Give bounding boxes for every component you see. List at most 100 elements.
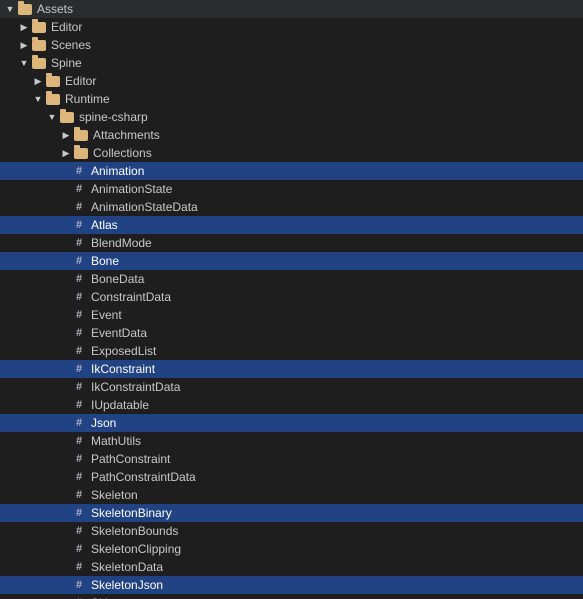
item-label-skeletonclipping: SkeletonClipping (91, 542, 181, 556)
item-label-attachments: Attachments (93, 128, 160, 142)
folder-icon-assets (18, 4, 32, 15)
tree-item-pathconstraint[interactable]: #PathConstraint (0, 450, 583, 468)
folder-icon-spine (32, 58, 46, 69)
cs-icon-ikconstraintdata: # (72, 380, 86, 394)
item-label-skeletondata: SkeletonData (91, 560, 163, 574)
item-label-collections: Collections (93, 146, 152, 160)
tree-item-ikconstraintdata[interactable]: # IkConstraintData (0, 378, 583, 396)
item-label-ikconstraint: IkConstraint (91, 362, 155, 376)
tree-item-eventdata[interactable]: # EventData (0, 324, 583, 342)
tree-item-event[interactable]: # Event (0, 306, 583, 324)
item-label-eventdata: EventData (91, 326, 147, 340)
tree-item-scenes[interactable]: ▶ Scenes (0, 36, 583, 54)
tree-item-spine[interactable]: ▼Spine (0, 54, 583, 72)
cs-icon-exposedlist: # (72, 344, 86, 358)
cs-icon-animationstatedata: # (72, 200, 86, 214)
expand-arrow-scenes[interactable]: ▶ (18, 40, 30, 51)
item-label-skeletonbounds: SkeletonBounds (91, 524, 178, 538)
cs-icon-json: # (72, 416, 86, 430)
item-label-animationstatedata: AnimationStateData (91, 200, 198, 214)
folder-icon-spine-csharp (60, 112, 74, 123)
expand-arrow-attachments[interactable]: ▶ (60, 130, 72, 141)
cs-icon-event: # (72, 308, 86, 322)
cs-icon-eventdata: # (72, 326, 86, 340)
item-label-atlas: Atlas (91, 218, 118, 232)
tree-item-skeletonclipping[interactable]: # SkeletonClipping (0, 540, 583, 558)
item-label-assets: Assets (37, 2, 73, 16)
cs-icon-skeletonbinary: # (72, 506, 86, 520)
folder-icon-editor1 (32, 22, 46, 33)
cs-icon-mathutils: # (72, 434, 86, 448)
tree-item-mathutils[interactable]: # MathUtils (0, 432, 583, 450)
tree-item-skeleton[interactable]: # Skeleton (0, 486, 583, 504)
item-label-runtime: Runtime (65, 92, 110, 106)
item-label-skeletonjson: SkeletonJson (91, 578, 163, 592)
item-label-pathconstraintdata: PathConstraintData (91, 470, 196, 484)
cs-icon-skeletonclipping: # (72, 542, 86, 556)
tree-item-ikconstraint[interactable]: # IkConstraint (0, 360, 583, 378)
cs-icon-skeleton: # (72, 488, 86, 502)
expand-arrow-assets[interactable]: ▼ (4, 4, 16, 14)
tree-item-animation[interactable]: #Animation (0, 162, 583, 180)
tree-item-runtime[interactable]: ▼ Runtime (0, 90, 583, 108)
item-label-spine-csharp: spine-csharp (79, 110, 148, 124)
expand-arrow-spine-csharp[interactable]: ▼ (46, 112, 58, 122)
item-label-editor2: Editor (65, 74, 96, 88)
item-label-event: Event (91, 308, 122, 322)
item-label-bone: Bone (91, 254, 119, 268)
cs-icon-skeletonbounds: # (72, 524, 86, 538)
item-label-exposedlist: ExposedList (91, 344, 156, 358)
expand-arrow-collections[interactable]: ▶ (60, 148, 72, 159)
cs-icon-pathconstraintdata: # (72, 470, 86, 484)
tree-item-iupdatable[interactable]: # IUpdatable (0, 396, 583, 414)
tree-item-collections[interactable]: ▶ Collections (0, 144, 583, 162)
cs-icon-animationstate: # (72, 182, 86, 196)
cs-icon-bone: # (72, 254, 86, 268)
tree-item-animationstatedata[interactable]: # AnimationStateData (0, 198, 583, 216)
item-label-scenes: Scenes (51, 38, 91, 52)
item-label-skeleton: Skeleton (91, 488, 138, 502)
tree-item-editor1[interactable]: ▶Editor (0, 18, 583, 36)
folder-icon-runtime (46, 94, 60, 105)
tree-item-pathconstraintdata[interactable]: # PathConstraintData (0, 468, 583, 486)
asset-tree[interactable]: ▼Assets▶Editor▶Scenes▼Spine▶Editor▼Runti… (0, 0, 583, 599)
tree-item-blendmode[interactable]: # BlendMode (0, 234, 583, 252)
tree-item-bonedata[interactable]: #BoneData (0, 270, 583, 288)
folder-icon-editor2 (46, 76, 60, 87)
tree-item-atlas[interactable]: # Atlas (0, 216, 583, 234)
item-label-mathutils: MathUtils (91, 434, 141, 448)
item-label-pathconstraint: PathConstraint (91, 452, 170, 466)
tree-item-attachments[interactable]: ▶ Attachments (0, 126, 583, 144)
cs-icon-blendmode: # (72, 236, 86, 250)
item-label-constraintdata: ConstraintData (91, 290, 171, 304)
cs-icon-iupdatable: # (72, 398, 86, 412)
cs-icon-ikconstraint: # (72, 362, 86, 376)
tree-item-exposedlist[interactable]: # ExposedList (0, 342, 583, 360)
tree-item-assets[interactable]: ▼ Assets (0, 0, 583, 18)
cs-icon-atlas: # (72, 218, 86, 232)
tree-item-animationstate[interactable]: #AnimationState (0, 180, 583, 198)
folder-icon-scenes (32, 40, 46, 51)
tree-item-skeletondata[interactable]: # SkeletonData (0, 558, 583, 576)
tree-item-skin[interactable]: #Skin (0, 594, 583, 599)
expand-arrow-editor1[interactable]: ▶ (18, 22, 30, 33)
tree-item-bone[interactable]: # Bone (0, 252, 583, 270)
item-label-blendmode: BlendMode (91, 236, 152, 250)
tree-item-skeletonbinary[interactable]: #SkeletonBinary (0, 504, 583, 522)
tree-item-spine-csharp[interactable]: ▼ spine-csharp (0, 108, 583, 126)
item-label-json: Json (91, 416, 116, 430)
tree-item-json[interactable]: # Json (0, 414, 583, 432)
tree-item-skeletonjson[interactable]: # SkeletonJson (0, 576, 583, 594)
item-label-iupdatable: IUpdatable (91, 398, 149, 412)
folder-icon-attachments (74, 130, 88, 141)
tree-item-constraintdata[interactable]: #ConstraintData (0, 288, 583, 306)
item-label-ikconstraintdata: IkConstraintData (91, 380, 180, 394)
expand-arrow-editor2[interactable]: ▶ (32, 76, 44, 87)
tree-item-skeletonbounds[interactable]: # SkeletonBounds (0, 522, 583, 540)
folder-icon-collections (74, 148, 88, 159)
tree-item-editor2[interactable]: ▶ Editor (0, 72, 583, 90)
cs-icon-skeletonjson: # (72, 578, 86, 592)
expand-arrow-spine[interactable]: ▼ (18, 58, 30, 68)
cs-icon-skeletondata: # (72, 560, 86, 574)
expand-arrow-runtime[interactable]: ▼ (32, 94, 44, 104)
